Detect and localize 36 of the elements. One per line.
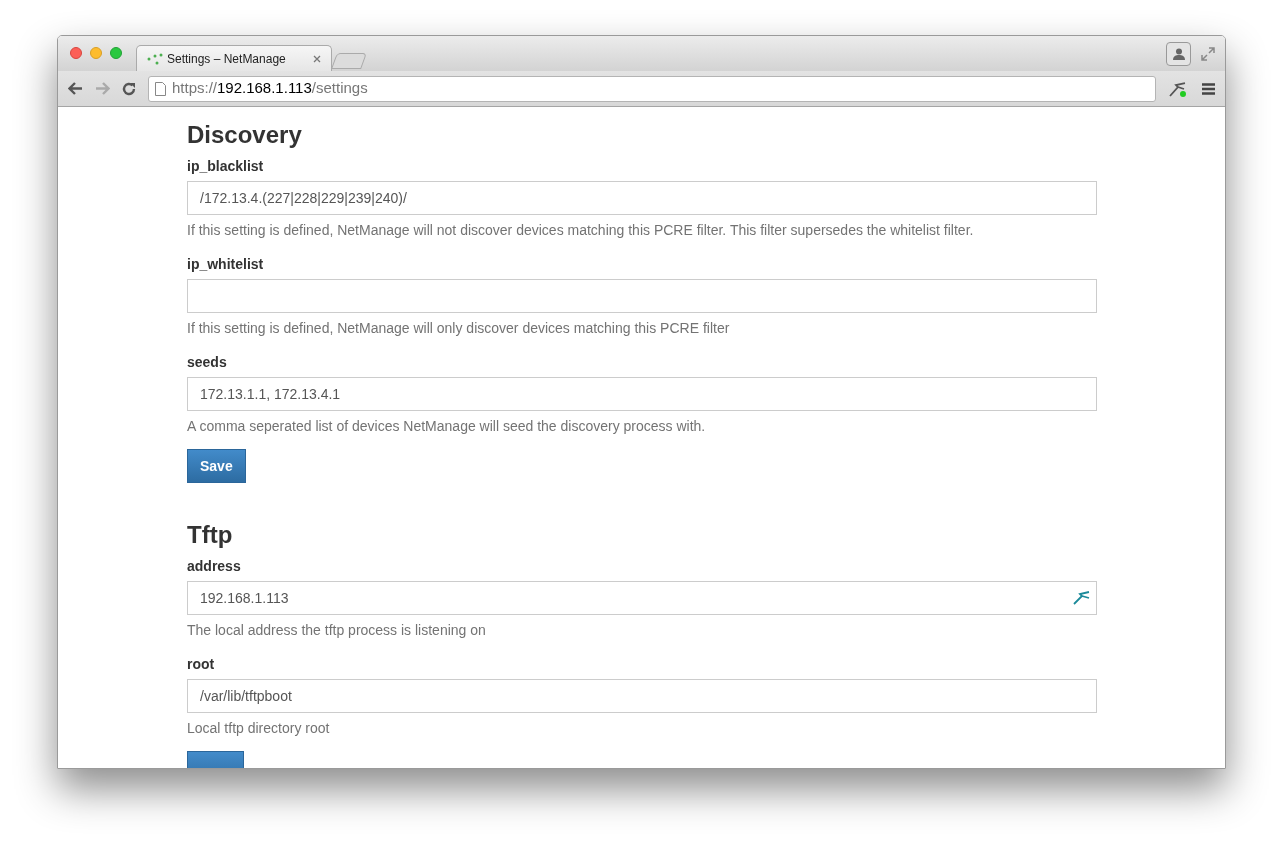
page-icon: [154, 81, 166, 96]
reload-icon[interactable]: [121, 81, 136, 96]
field-label: seeds: [187, 353, 227, 372]
browser-tab[interactable]: Settings – NetManage: [136, 45, 332, 71]
menu-icon[interactable]: [1202, 82, 1215, 95]
url-text: https://192.168.1.113/settings: [171, 78, 368, 99]
field-label: root: [187, 655, 215, 674]
person-icon: [1172, 48, 1185, 60]
forward-arrow-icon[interactable]: [95, 82, 110, 95]
field-label: ip_whitelist: [187, 255, 264, 274]
help-text: A comma seperated list of devices NetManage will seed the discovery process with.: [187, 417, 706, 436]
fullscreen-icon[interactable]: [1201, 47, 1215, 61]
new-tab-button[interactable]: [331, 53, 367, 69]
text-field[interactable]: 172.13.1.1, 172.13.4.1: [187, 377, 1097, 411]
text-field[interactable]: [187, 279, 1097, 313]
help-text: The local address the tftp process is listening on: [187, 621, 486, 640]
zoom-window-button[interactable]: [110, 47, 122, 59]
field-label: address: [187, 557, 241, 576]
minimize-window-button[interactable]: [90, 47, 102, 59]
section-heading: Tftp: [187, 520, 234, 550]
field-label: ip_blacklist: [187, 157, 264, 176]
back-arrow-icon[interactable]: [68, 82, 83, 95]
profile-button[interactable]: [1166, 42, 1191, 66]
address-bar[interactable]: https://192.168.1.113/settings: [147, 75, 1157, 102]
network-nodes-icon: [147, 52, 163, 65]
close-window-button[interactable]: [70, 47, 82, 59]
help-text: If this setting is defined, NetManage will not discover devices matching this PCRE filter. This filter supersedes the whitelist filter.: [187, 221, 974, 240]
section-heading: Discovery: [187, 120, 303, 150]
help-text: Local tftp directory root: [187, 719, 330, 738]
text-field[interactable]: 192.168.1.113: [187, 581, 1097, 615]
save-button[interactable]: Save: [187, 449, 246, 483]
tab-title: Settings – NetManage: [167, 50, 287, 68]
help-text: If this setting is defined, NetManage will only discover devices matching this PCRE filter: [187, 319, 730, 338]
text-field[interactable]: /var/lib/tftpboot: [187, 679, 1097, 713]
text-field[interactable]: /172.13.4.(227|228|229|239|240)/: [187, 181, 1097, 215]
close-icon[interactable]: [313, 54, 321, 63]
